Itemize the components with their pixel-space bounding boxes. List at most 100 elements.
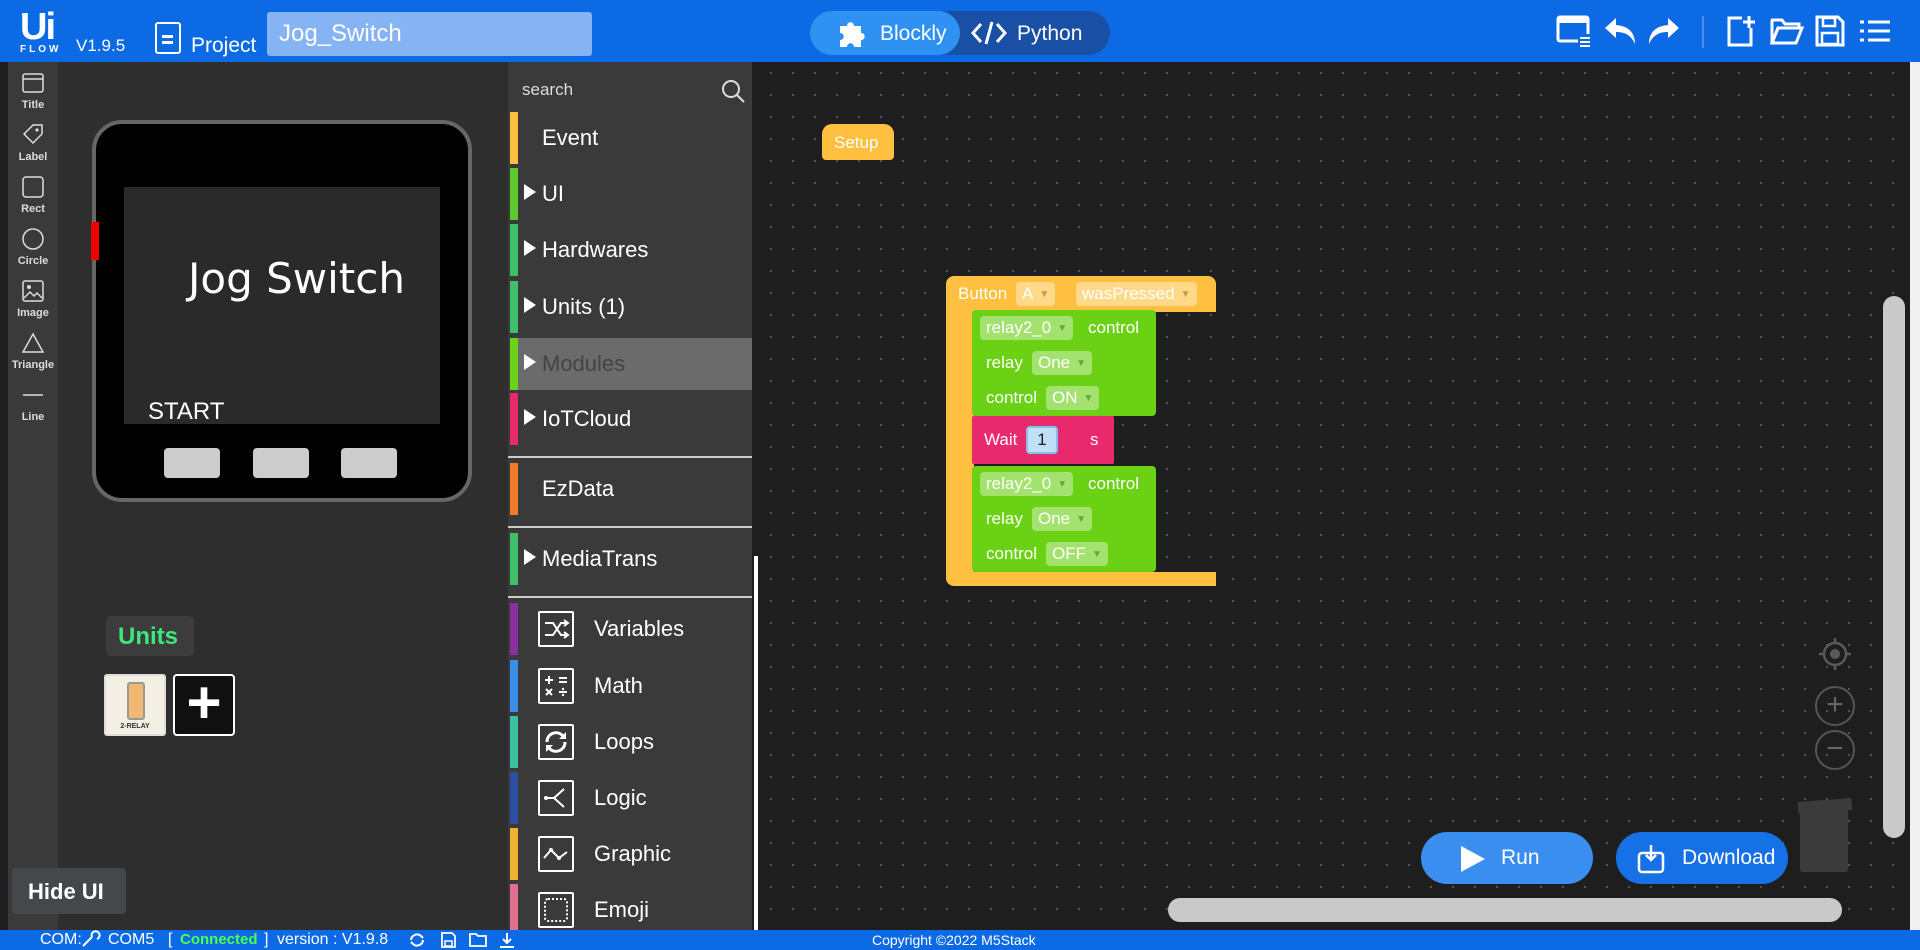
- category-mediatrans[interactable]: MediaTrans: [510, 533, 752, 585]
- category-color-bar: [510, 716, 518, 768]
- relay-unit-tile[interactable]: 2-RELAY: [104, 674, 166, 736]
- com-label: COM:: [40, 931, 82, 948]
- run-button[interactable]: Run: [1421, 832, 1593, 884]
- wait-label: Wait: [984, 430, 1018, 449]
- category-math[interactable]: Math: [510, 660, 752, 712]
- menu-list-icon[interactable]: [1858, 14, 1894, 50]
- relay-unit-dropdown[interactable]: relay2_0 ▼: [980, 316, 1074, 340]
- control-field-label: control: [986, 544, 1038, 563]
- tool-image[interactable]: Image: [8, 274, 58, 324]
- tool-title-label: Title: [21, 99, 45, 111]
- logic-icon: [538, 780, 574, 816]
- setup-block[interactable]: Setup: [822, 124, 894, 160]
- category-event[interactable]: Event: [510, 112, 752, 164]
- copyright-text: Copyright ©2022 M5Stack: [872, 932, 1036, 948]
- category-divider: [508, 596, 752, 598]
- chevron-down-icon: ▼: [1076, 514, 1087, 526]
- screen-title-text[interactable]: Jog Switch: [188, 254, 405, 303]
- category-ezdata[interactable]: EzData: [510, 463, 752, 515]
- workspace-edge: [1910, 62, 1920, 930]
- category-modules[interactable]: Modules: [510, 338, 752, 390]
- download-status-icon[interactable]: [498, 931, 516, 950]
- category-loops[interactable]: Loops: [510, 716, 752, 768]
- state-select-dropdown[interactable]: ON ▼: [1046, 386, 1100, 410]
- relay-control-block[interactable]: relay2_0 ▼ control relay One ▼ control ON ▼: [972, 310, 1156, 416]
- project-file-icon[interactable]: [155, 22, 181, 54]
- tool-title[interactable]: Title: [8, 66, 58, 116]
- tool-circle[interactable]: Circle: [8, 222, 58, 272]
- button-event-block[interactable]: Button A ▼ wasPressed ▼: [946, 276, 1216, 312]
- control-label: control: [1088, 474, 1140, 493]
- zoom-out-icon[interactable]: −: [1815, 730, 1855, 770]
- relay-label: relay: [986, 509, 1023, 528]
- top-bar: Ui FLOW V1.9.5 Project Blockly Python: [0, 0, 1920, 62]
- category-logic[interactable]: Logic: [510, 772, 752, 824]
- tool-line[interactable]: Line: [8, 378, 58, 428]
- open-folder-icon[interactable]: [1768, 14, 1805, 50]
- category-emoji[interactable]: Emoji: [510, 884, 752, 930]
- redo-icon[interactable]: [1646, 14, 1682, 50]
- category-hardwares[interactable]: Hardwares: [510, 224, 752, 276]
- blockly-mode-button[interactable]: Blockly: [810, 11, 960, 55]
- workspace-vertical-scrollbar[interactable]: [1883, 296, 1905, 838]
- connection-status: Connected: [180, 931, 258, 948]
- folder-status-icon[interactable]: [468, 931, 488, 950]
- button-select-dropdown[interactable]: A ▼: [1016, 282, 1056, 306]
- hide-ui-button[interactable]: Hide UI: [12, 868, 126, 914]
- event-block-side: [946, 310, 974, 574]
- category-divider: [508, 456, 752, 458]
- relay-unit-dropdown[interactable]: relay2_0 ▼: [980, 472, 1074, 496]
- category-label: Hardwares: [542, 237, 649, 262]
- workspace-horizontal-scrollbar[interactable]: [1168, 898, 1842, 922]
- device-settings-icon[interactable]: [1556, 14, 1592, 50]
- title-icon: [22, 73, 44, 93]
- category-graphic[interactable]: Graphic: [510, 828, 752, 880]
- com-port[interactable]: COM5: [108, 931, 154, 949]
- project-name-input[interactable]: [267, 12, 592, 56]
- tool-label[interactable]: Label: [8, 118, 58, 168]
- add-unit-button[interactable]: +: [173, 673, 235, 736]
- category-iotcloud[interactable]: IoTCloud: [510, 393, 752, 445]
- blockly-workspace[interactable]: [760, 62, 1910, 930]
- category-color-bar: [510, 463, 518, 515]
- project-label[interactable]: Project: [191, 34, 256, 58]
- category-label: Emoji: [594, 897, 650, 922]
- action-select-dropdown[interactable]: wasPressed ▼: [1076, 282, 1197, 306]
- relay-select-dropdown[interactable]: One ▼: [1032, 351, 1093, 375]
- category-ui[interactable]: UI: [510, 168, 752, 220]
- status-bar: COM: COM5 [ Connected ] version : V1.9.8…: [0, 930, 1920, 950]
- save-icon[interactable]: [1814, 14, 1850, 50]
- chevron-down-icon: ▼: [1180, 289, 1191, 301]
- screen-label-text[interactable]: START: [148, 398, 224, 426]
- category-units[interactable]: Units (1): [510, 281, 752, 333]
- zoom-in-icon[interactable]: +: [1815, 686, 1855, 726]
- state-select-dropdown[interactable]: OFF ▼: [1046, 542, 1108, 566]
- refresh-icon[interactable]: [408, 931, 426, 950]
- category-variables[interactable]: Variables: [510, 603, 752, 655]
- python-mode-button[interactable]: Python: [970, 11, 1110, 55]
- category-label: Modules: [542, 351, 626, 376]
- device-button-b: [253, 448, 309, 478]
- mode-toggle: Blockly Python: [810, 11, 1110, 55]
- save-status-icon[interactable]: [440, 931, 456, 950]
- trash-icon[interactable]: [1800, 804, 1848, 872]
- download-button[interactable]: Download: [1616, 832, 1788, 884]
- category-scrollbar[interactable]: [754, 556, 758, 930]
- expand-arrow-icon: [524, 549, 536, 565]
- wrench-icon[interactable]: [80, 930, 102, 950]
- tool-triangle[interactable]: Triangle: [8, 326, 58, 376]
- tool-rect[interactable]: Rect: [8, 170, 58, 220]
- category-search-input[interactable]: search: [522, 80, 573, 100]
- wait-block[interactable]: Wait 1 s: [972, 416, 1114, 464]
- relay-select-dropdown[interactable]: One ▼: [1032, 507, 1093, 531]
- device-screen[interactable]: [124, 187, 440, 424]
- emoji-icon: [538, 892, 574, 928]
- new-file-icon[interactable]: [1724, 14, 1760, 50]
- recenter-icon[interactable]: [1815, 634, 1855, 674]
- tool-line-label: Line: [21, 411, 45, 423]
- wait-seconds-input[interactable]: 1: [1026, 426, 1058, 454]
- relay-control-block[interactable]: relay2_0 ▼ control relay One ▼ control OFF…: [972, 466, 1156, 572]
- undo-icon[interactable]: [1602, 14, 1638, 50]
- search-icon[interactable]: [720, 78, 746, 104]
- category-label: Units (1): [542, 294, 626, 319]
